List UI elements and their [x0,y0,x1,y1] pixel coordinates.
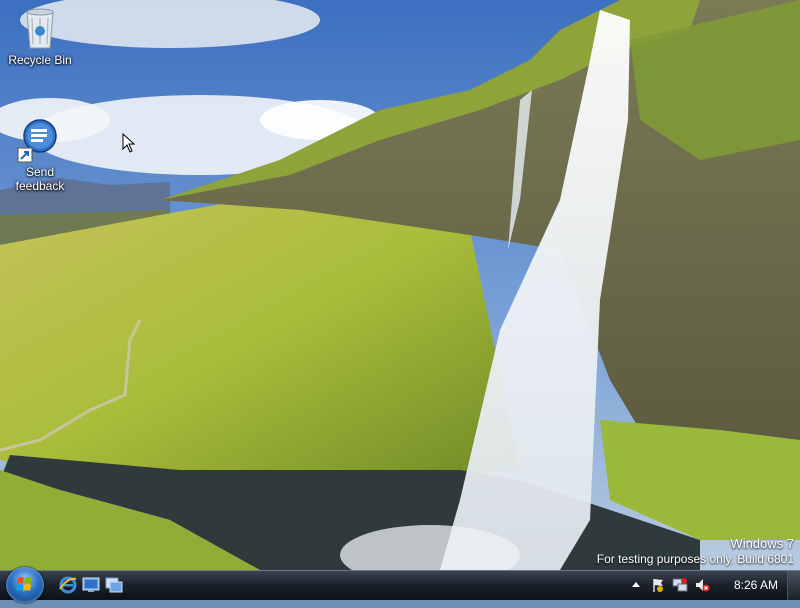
switch-windows-icon[interactable] [104,575,124,595]
volume-muted-icon[interactable] [694,577,710,593]
action-center-flag-icon[interactable] [650,577,666,593]
mouse-cursor-icon [122,133,136,153]
internet-explorer-icon[interactable] [58,575,78,595]
show-desktop-button[interactable] [787,571,800,600]
notification-area: 8:26 AM [620,571,800,600]
taskbar: 8:26 AM [0,567,800,603]
desktop-icon-label: Send feedback [15,165,65,193]
show-hidden-icons-arrow[interactable] [628,577,644,593]
windows-start-orb-icon[interactable] [6,567,44,603]
desktop-icon-label: Recycle Bin [8,53,72,67]
desktop: Recycle Bin Send feedback Windows 7 For … [0,0,800,570]
waterfall-wallpaper [0,0,800,570]
build-watermark-line1: Windows 7 [730,536,794,551]
network-icon[interactable] [672,577,688,593]
desktop-icon-send-feedback[interactable]: Send feedback [2,116,78,193]
desktop-icon-recycle-bin[interactable]: Recycle Bin [2,4,78,67]
build-watermark-line2: For testing purposes only. Build 6801 [596,552,794,566]
taskbar-clock[interactable]: 8:26 AM [734,578,778,592]
send-feedback-icon [16,116,64,164]
show-desktop-icon[interactable] [81,575,101,595]
recycle-bin-icon [16,4,64,52]
